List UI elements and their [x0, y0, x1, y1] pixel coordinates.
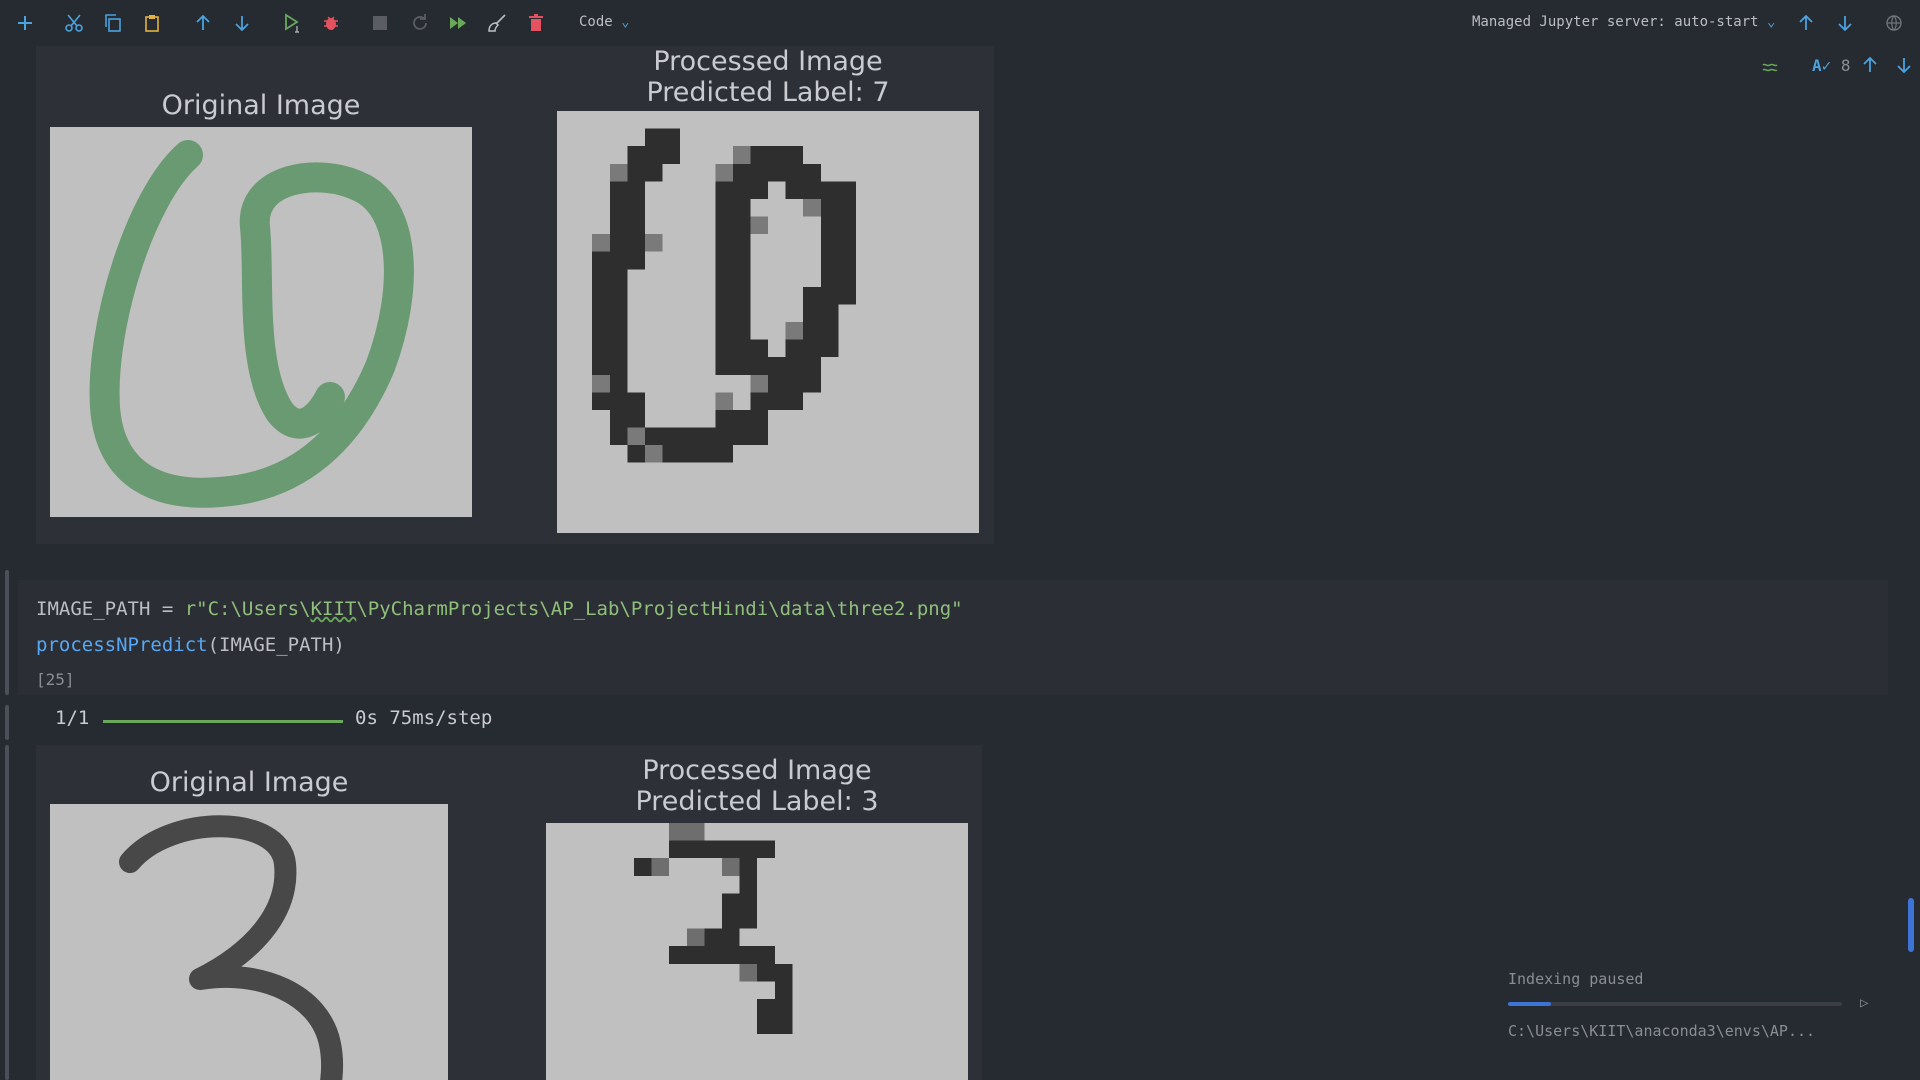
- wave-icon: [1762, 63, 1778, 72]
- move-cell-down-button[interactable]: [229, 10, 255, 36]
- next-highlight-button[interactable]: [1891, 52, 1917, 78]
- plus-icon: [18, 16, 32, 30]
- jupyter-server-dropdown[interactable]: Managed Jupyter server: auto-start ⌄: [1472, 14, 1775, 30]
- processed-image-title: Processed Image Predicted Label: 7: [557, 46, 979, 108]
- previous-highlight-button[interactable]: [1857, 52, 1883, 78]
- output-figure-bottom: Original Image Processed Image Predicted…: [36, 745, 982, 1080]
- inspection-count: 8: [1840, 56, 1851, 75]
- indexing-status-text: Indexing paused: [1508, 970, 1644, 988]
- copy-button[interactable]: [100, 10, 126, 36]
- progress-bar: [103, 720, 343, 723]
- original-image-title: Original Image: [149, 767, 349, 798]
- handwritten-three-image: [119, 815, 344, 1080]
- arrow-up-icon: [1799, 14, 1813, 30]
- original-image-panel: [50, 127, 472, 517]
- function-args: (IMAGE_PATH): [207, 634, 345, 656]
- processed-image-panel: [546, 823, 968, 1080]
- clear-outputs-button[interactable]: [484, 10, 510, 36]
- original-image-title: Original Image: [161, 90, 361, 121]
- run-cursor-icon: [285, 13, 299, 33]
- clipboard-icon: [145, 15, 159, 32]
- play-icon: ▷: [1860, 995, 1869, 1011]
- paste-button[interactable]: [139, 10, 165, 36]
- globe-icon: [1886, 15, 1902, 31]
- string-prefix: r"C:\Users\: [184, 598, 311, 620]
- predicted-label-top: Predicted Label: 7: [646, 77, 890, 108]
- trash-icon: [529, 14, 543, 31]
- previous-cell-button[interactable]: [1793, 10, 1819, 36]
- function-name: processNPredict: [36, 634, 208, 656]
- string-typo-word: KIIT: [310, 598, 357, 620]
- arrow-down-icon: [1897, 58, 1911, 74]
- indexing-progress-fill: [1508, 1002, 1552, 1006]
- stop-icon: [373, 16, 387, 30]
- add-cell-button[interactable]: [12, 10, 38, 36]
- string-suffix: \PyCharmProjects\AP_Lab\ProjectHindi\dat…: [356, 598, 963, 620]
- fast-forward-icon: [450, 17, 466, 29]
- bug-icon: [324, 16, 338, 30]
- move-cell-up-button[interactable]: [190, 10, 216, 36]
- cell-gutter-marker[interactable]: [5, 570, 9, 695]
- execution-count: [25]: [36, 670, 75, 689]
- handwritten-zero-image: [89, 140, 414, 508]
- assign-operator: =: [150, 598, 185, 620]
- code-line-1[interactable]: IMAGE_PATH = r"C:\Users\KIIT\PyCharmProj…: [36, 598, 963, 620]
- arrow-up-icon: [1863, 56, 1877, 72]
- code-cell-25[interactable]: IMAGE_PATH = r"C:\Users\KIIT\PyCharmProj…: [18, 580, 1888, 695]
- output-figure-top: Original Image Processed Image Predicted…: [36, 46, 994, 544]
- pixelated-zero-image: [592, 128, 856, 463]
- chevron-down-icon: ⌄: [621, 14, 630, 30]
- output-gutter-marker[interactable]: [5, 705, 9, 740]
- indexing-progress-track: [1508, 1002, 1842, 1006]
- code-analysis-button[interactable]: [1757, 54, 1783, 80]
- vertical-scrollbar-thumb[interactable]: [1908, 898, 1914, 952]
- processed-image-panel: [557, 111, 979, 533]
- processed-title-line1: Processed Image: [653, 46, 883, 77]
- restart-icon: [413, 14, 427, 30]
- arrow-up-icon: [196, 14, 210, 30]
- run-cell-button[interactable]: [279, 10, 305, 36]
- processed-image-title: Processed Image Predicted Label: 3: [546, 755, 968, 817]
- indexing-status-popup: Indexing paused ▷ C:\Users\KIIT\anaconda…: [1500, 962, 1868, 1042]
- inspection-widget[interactable]: A✓ 8: [1812, 56, 1851, 75]
- copy-icon: [105, 14, 121, 32]
- arrow-down-icon: [1838, 16, 1852, 32]
- globe-button[interactable]: [1881, 10, 1907, 36]
- next-cell-button[interactable]: [1832, 10, 1858, 36]
- delete-cell-button[interactable]: [523, 10, 549, 36]
- indexing-path: C:\Users\KIIT\anaconda3\envs\AP...: [1508, 1022, 1816, 1040]
- output-gutter-marker[interactable]: [5, 745, 9, 1080]
- code-line-2[interactable]: processNPredict(IMAGE_PATH): [36, 634, 345, 656]
- restart-kernel-button[interactable]: [407, 10, 433, 36]
- processed-title-line1: Processed Image: [642, 755, 872, 786]
- cell-type-label: Code: [579, 14, 613, 30]
- interrupt-kernel-button[interactable]: [367, 10, 393, 36]
- debug-cell-button[interactable]: [318, 10, 344, 36]
- broom-icon: [488, 14, 506, 32]
- variable-name: IMAGE_PATH: [36, 598, 151, 620]
- predicted-label-bottom: Predicted Label: 3: [635, 786, 879, 817]
- step-count: 1/1: [55, 707, 90, 729]
- scissors-icon: [65, 14, 83, 32]
- spellcheck-icon: A✓: [1812, 56, 1832, 75]
- server-label: Managed Jupyter server: auto-start: [1472, 14, 1759, 30]
- keras-progress: 1/1 0s 75ms/step: [55, 707, 492, 737]
- cut-button[interactable]: [61, 10, 87, 36]
- original-image-panel: [50, 804, 448, 1080]
- step-timing: 0s 75ms/step: [355, 707, 493, 729]
- chevron-down-icon: ⌄: [1767, 14, 1776, 30]
- pixelated-three-image: [634, 823, 793, 1035]
- cell-type-dropdown[interactable]: Code ⌄: [579, 14, 630, 30]
- run-all-button[interactable]: [445, 10, 471, 36]
- arrow-down-icon: [235, 16, 249, 32]
- resume-indexing-button[interactable]: ▷: [1860, 995, 1868, 1011]
- notebook-toolbar: Code ⌄ Managed Jupyter server: auto-star…: [0, 0, 1920, 46]
